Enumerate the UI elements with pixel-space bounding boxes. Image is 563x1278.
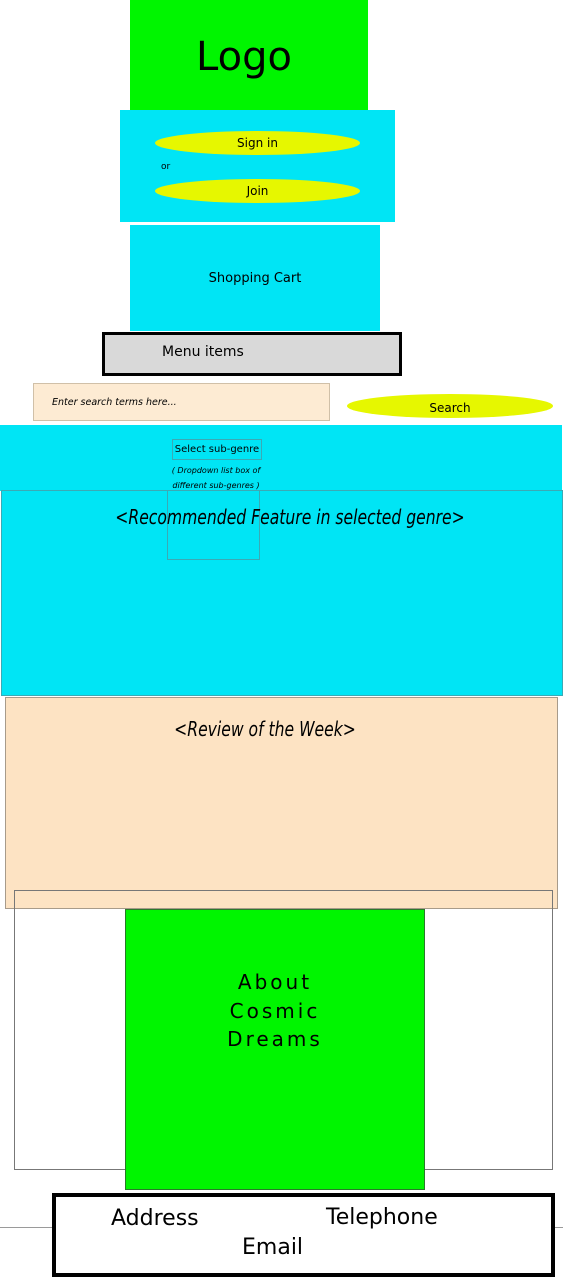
menu-bar[interactable]: Menu items <box>102 332 402 376</box>
recommended-feature-title: <Recommended Feature in selected genre> <box>115 505 465 529</box>
footer-telephone[interactable]: Telephone <box>326 1205 438 1230</box>
shopping-cart-button[interactable]: Shopping Cart <box>130 225 380 331</box>
join-button[interactable]: Join <box>155 179 360 203</box>
subgenre-note: ( Dropdown list box of different sub-gen… <box>171 466 261 490</box>
auth-panel: Sign in or Join <box>120 110 395 222</box>
footer-email[interactable]: Email <box>242 1235 303 1260</box>
footer-address[interactable]: Address <box>111 1206 199 1231</box>
search-input[interactable] <box>33 383 330 421</box>
about-text: About Cosmic Dreams <box>227 970 323 1051</box>
review-of-the-week-title: <Review of the Week> <box>174 717 356 741</box>
sign-in-button[interactable]: Sign in <box>155 131 360 155</box>
logo[interactable]: Logo <box>130 0 368 110</box>
subgenre-band <box>0 425 562 491</box>
search-button[interactable]: Search <box>347 394 553 418</box>
logo-text: Logo <box>196 34 292 80</box>
or-separator: or <box>161 162 171 172</box>
shopping-cart-label: Shopping Cart <box>208 270 302 286</box>
menu-items-label: Menu items <box>162 344 244 360</box>
subgenre-select[interactable]: Select sub-genre <box>172 439 262 460</box>
